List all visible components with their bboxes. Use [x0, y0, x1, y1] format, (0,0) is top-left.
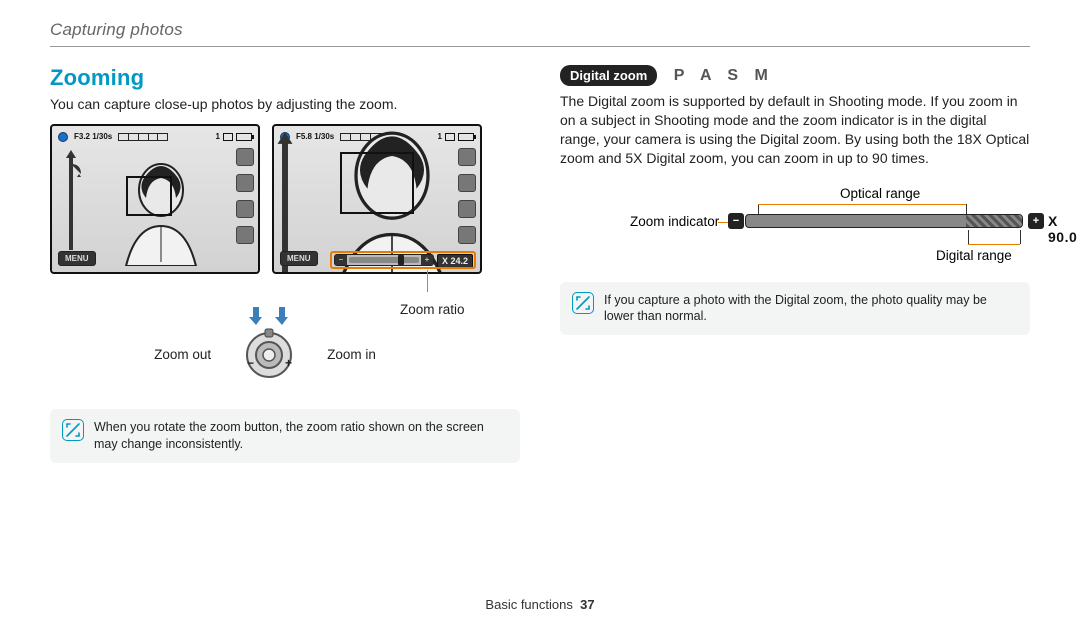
- af-box: [340, 152, 414, 214]
- zoom-readout: X 90.0: [1048, 213, 1077, 245]
- zoom-minus-icon: −: [335, 255, 347, 265]
- left-column: Zooming You can capture close-up photos …: [50, 65, 520, 463]
- note-box: When you rotate the zoom button, the zoo…: [50, 409, 520, 463]
- zoom-ratio-leader: [250, 282, 520, 302]
- zoom-readout: X 24.2: [437, 254, 473, 268]
- digital-range-segment: [966, 215, 1022, 227]
- zoom-plus-icon: +: [1028, 213, 1044, 229]
- section-intro: You can capture close-up photos by adjus…: [50, 95, 520, 114]
- mode-icon: [236, 226, 254, 244]
- stabilizer-icon: [458, 200, 476, 218]
- zoom-ratio-label: Zoom ratio: [400, 302, 520, 317]
- svg-text:−: −: [247, 356, 254, 370]
- battery-icon: [236, 133, 252, 141]
- af-box: [126, 176, 172, 216]
- camera-display-zoomed-in: F5.8 1/30s 1: [272, 124, 482, 274]
- section-title: Zooming: [50, 65, 520, 91]
- zoom-out-label: Zoom out: [154, 347, 211, 362]
- flash-mode-icon: [458, 148, 476, 166]
- digital-range-label: Digital range: [936, 248, 1012, 263]
- digital-zoom-body: The Digital zoom is supported by default…: [560, 92, 1030, 168]
- arrow-down-icon: [275, 307, 289, 325]
- subsection-header: Digital zoom P A S M: [560, 65, 1030, 86]
- zoom-dial-illustration: − +: [241, 327, 297, 383]
- zoom-indicator-label: Zoom indicator: [630, 214, 719, 229]
- optical-range-label: Optical range: [840, 186, 920, 201]
- footer-section: Basic functions: [485, 597, 572, 612]
- menu-button: MENU: [280, 251, 318, 266]
- page-footer: Basic functions 37: [0, 597, 1080, 612]
- menu-button: MENU: [58, 251, 96, 266]
- stabilizer-icon: [236, 200, 254, 218]
- mode-icon: [458, 226, 476, 244]
- ev-scale-icon: [118, 133, 168, 141]
- header-rule: [50, 46, 1030, 47]
- mode-letters: P A S M: [674, 67, 774, 85]
- digital-zoom-pill: Digital zoom: [560, 65, 657, 86]
- content-columns: Zooming You can capture close-up photos …: [50, 65, 1030, 463]
- screenshot-row: F3.2 1/30s 1: [50, 124, 520, 274]
- zoom-in-label: Zoom in: [327, 347, 376, 362]
- note-text: If you capture a photo with the Digital …: [604, 292, 1018, 326]
- zoom-indicator-figure: Optical range Zoom indicator − + X 90.0 …: [560, 186, 1030, 274]
- flash-mode-icon: [236, 148, 254, 166]
- footer-page-number: 37: [580, 597, 594, 612]
- side-icons: [458, 148, 476, 244]
- note-icon: [572, 292, 594, 314]
- display-topbar: F3.2 1/30s 1: [58, 130, 252, 144]
- right-column: Digital zoom P A S M The Digital zoom is…: [560, 65, 1030, 463]
- framing-icon: [236, 174, 254, 192]
- note-box: If you capture a photo with the Digital …: [560, 282, 1030, 336]
- side-icons: [236, 148, 254, 244]
- note-icon: [62, 419, 84, 441]
- arrow-down-icon: [249, 307, 263, 325]
- zoom-indicator-bar: [745, 214, 1023, 228]
- camera-display-zoomed-out: F3.2 1/30s 1: [50, 124, 260, 274]
- page: Capturing photos Zooming You can capture…: [0, 0, 1080, 630]
- zoom-minus-icon: −: [728, 213, 744, 229]
- zoom-dial-row: Zoom out − + Zoom in: [10, 327, 520, 383]
- zoom-bar: − + X 24.2: [334, 254, 434, 266]
- card-icon: [223, 133, 233, 141]
- exposure-readout: F3.2 1/30s: [74, 132, 112, 141]
- page-header: Capturing photos: [50, 20, 1030, 40]
- framing-icon: [458, 174, 476, 192]
- streetlamp-illustration: [58, 150, 84, 260]
- note-text: When you rotate the zoom button, the zoo…: [94, 419, 508, 453]
- svg-text:+: +: [285, 356, 292, 370]
- zoom-plus-icon: +: [421, 255, 433, 265]
- rec-indicator-icon: [58, 132, 68, 142]
